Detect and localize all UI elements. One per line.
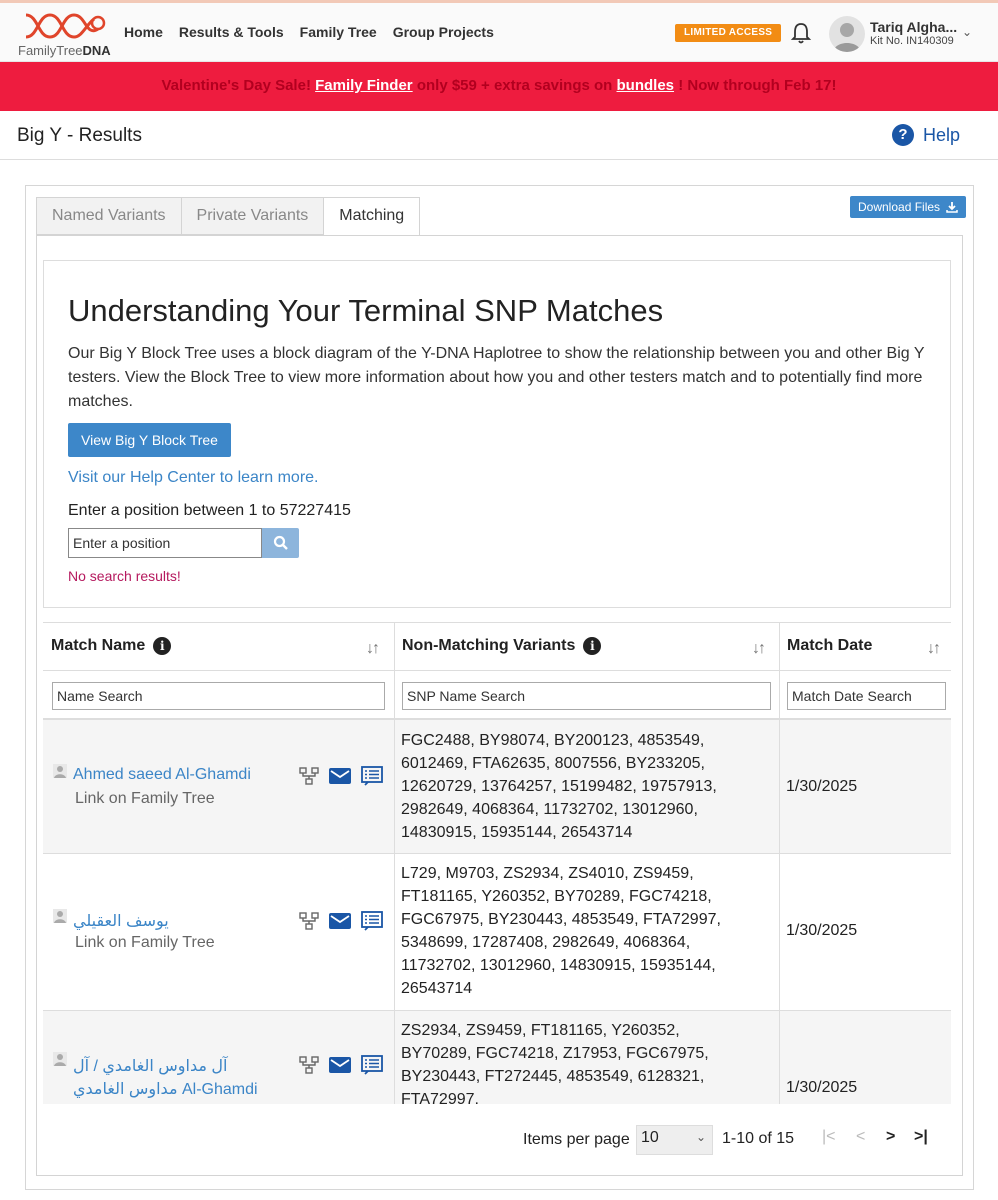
email-icon[interactable]: [329, 1056, 351, 1079]
last-page-button[interactable]: >|: [914, 1128, 928, 1146]
download-files-label: Download Files: [858, 200, 941, 214]
page-title: Big Y - Results: [17, 125, 142, 146]
info-icon[interactable]: i: [583, 637, 602, 655]
tab-named-variants[interactable]: Named Variants: [36, 197, 181, 235]
promo-text-3: ! Now through Feb 17!: [678, 77, 837, 94]
promo-text-2: only $59 + extra savings on: [416, 77, 613, 94]
user-name[interactable]: Tariq Algha...: [870, 19, 957, 35]
match-date: 1/30/2025: [786, 922, 858, 939]
notes-icon[interactable]: [361, 911, 383, 936]
non-matching-variants: FGC2488, BY98074, BY200123, 4853549, 601…: [401, 732, 717, 841]
match-name-link[interactable]: يوسف العقيلي: [73, 911, 169, 931]
page-range: 1-10 of 15: [722, 1130, 795, 1147]
promo-banner: Valentine's Day Sale! Family Finder only…: [0, 62, 998, 111]
promo-link-bundles[interactable]: bundles: [617, 77, 675, 94]
chevron-down-icon[interactable]: ⌄: [962, 25, 972, 39]
sort-icon[interactable]: ↓↑: [927, 640, 941, 658]
intro-body: Our Big Y Block Tree uses a block diagra…: [68, 345, 925, 410]
sort-icon[interactable]: ↓↑: [366, 640, 380, 658]
table-row: Ahmed saeed Al-Ghamdi Link on Family Tre…: [43, 720, 951, 854]
email-icon[interactable]: [329, 767, 351, 790]
help-label: Help: [923, 124, 961, 145]
user-avatar[interactable]: [829, 16, 865, 52]
notes-icon[interactable]: [361, 1055, 383, 1080]
header-variants: Non-Matching Variants i ↓↑: [394, 623, 779, 671]
logo-wordmark: FamilyTreeDNA: [18, 43, 111, 58]
block-tree-icon[interactable]: [299, 766, 319, 791]
table-row: يوسف العقيلي Link on Family Tree L729, M…: [43, 854, 951, 1011]
results-card: Named Variants Private Variants Matching…: [25, 185, 974, 1190]
nav-results-tools[interactable]: Results & Tools: [179, 24, 284, 40]
items-per-page-select[interactable]: 10 ⌄: [636, 1125, 713, 1155]
view-block-tree-button[interactable]: View Big Y Block Tree: [68, 423, 231, 457]
match-name-link[interactable]: آل مداوس الغامدي / آل مداوس الغامدي Al-G…: [73, 1055, 263, 1101]
email-icon[interactable]: [329, 912, 351, 935]
familytreedna-logo[interactable]: FamilyTreeDNA: [18, 9, 113, 59]
question-circle-icon: ?: [892, 124, 914, 146]
block-tree-icon[interactable]: [299, 911, 319, 936]
position-search-button[interactable]: [262, 528, 299, 558]
help-link[interactable]: ? Help: [892, 124, 960, 146]
promo-link-family-finder[interactable]: Family Finder: [315, 77, 413, 94]
header-match-name: Match Name i ↓↑: [43, 623, 394, 671]
tab-matching[interactable]: Matching: [323, 197, 421, 236]
non-matching-variants: ZS2934, ZS9459, FT181165, Y260352, BY702…: [401, 1022, 709, 1108]
sort-icon[interactable]: ↓↑: [752, 640, 766, 658]
main-nav: Home Results & Tools Family Tree Group P…: [124, 24, 494, 40]
terminal-snp-intro: Understanding Your Terminal SNP Matches …: [43, 260, 951, 608]
pagination-bar: Items per page 10 ⌄ 1-10 of 15 |< < > >|: [37, 1104, 962, 1175]
match-date: 1/30/2025: [786, 778, 858, 795]
match-actions: [299, 911, 383, 936]
notes-icon[interactable]: [361, 766, 383, 791]
page-header: Big Y - Results ? Help: [0, 111, 998, 160]
bell-icon[interactable]: [790, 21, 812, 45]
items-per-page-label: Items per page: [523, 1131, 630, 1148]
header-variants-label: Non-Matching Variants: [402, 637, 576, 654]
first-page-button[interactable]: |<: [822, 1128, 836, 1146]
header-match-name-label: Match Name: [51, 637, 146, 654]
match-actions: [299, 1055, 383, 1080]
search-icon: [273, 535, 288, 550]
name-search-input[interactable]: [52, 682, 385, 710]
top-navbar: FamilyTreeDNA Home Results & Tools Famil…: [0, 0, 998, 62]
header-match-date-label: Match Date: [787, 637, 873, 654]
table-header: Match Name i ↓↑ Non-Matching Variants i ↓↑…: [43, 622, 951, 721]
matching-panel: Understanding Your Terminal SNP Matches …: [36, 235, 963, 1176]
position-label: Enter a position between 1 to 57227415: [68, 502, 351, 519]
nav-home[interactable]: Home: [124, 24, 163, 40]
nav-group-projects[interactable]: Group Projects: [393, 24, 494, 40]
download-icon: [946, 202, 958, 213]
nav-family-tree[interactable]: Family Tree: [300, 24, 377, 40]
no-search-results-message: No search results!: [68, 568, 181, 584]
dna-helix-logo-icon: [25, 13, 106, 39]
match-name-link[interactable]: Ahmed saeed Al-Ghamdi: [73, 766, 251, 784]
download-files-button[interactable]: Download Files: [850, 196, 967, 218]
snp-name-search-input[interactable]: [402, 682, 771, 710]
header-match-date: Match Date ↓↑: [779, 623, 951, 671]
user-kit-number: Kit No. IN140309: [870, 35, 954, 47]
link-on-family-tree[interactable]: Link on Family Tree: [75, 934, 215, 952]
tab-private-variants[interactable]: Private Variants: [180, 197, 324, 235]
results-tabs: Named Variants Private Variants Matching: [36, 197, 421, 236]
link-on-family-tree[interactable]: Link on Family Tree: [75, 790, 215, 808]
promo-text-1: Valentine's Day Sale!: [161, 77, 311, 94]
items-per-page-value: 10: [641, 1129, 659, 1146]
limited-access-badge[interactable]: LIMITED ACCESS: [675, 24, 782, 42]
chevron-down-icon: ⌄: [695, 1130, 706, 1144]
match-date: 1/30/2025: [786, 1079, 858, 1096]
next-page-button[interactable]: >: [886, 1128, 895, 1146]
person-avatar-icon: [53, 909, 67, 923]
person-avatar-icon: [53, 1052, 67, 1066]
block-tree-icon[interactable]: [299, 1055, 319, 1080]
position-input[interactable]: [68, 528, 262, 558]
help-center-link[interactable]: Visit our Help Center to learn more.: [68, 469, 318, 487]
intro-heading: Understanding Your Terminal SNP Matches: [68, 293, 664, 328]
match-date-search-input[interactable]: [787, 682, 946, 710]
info-icon[interactable]: i: [153, 637, 172, 655]
prev-page-button[interactable]: <: [856, 1128, 865, 1146]
match-actions: [299, 766, 383, 791]
non-matching-variants: L729, M9703, ZS2934, ZS4010, ZS9459, FT1…: [401, 865, 721, 997]
person-avatar-icon: [53, 764, 67, 778]
